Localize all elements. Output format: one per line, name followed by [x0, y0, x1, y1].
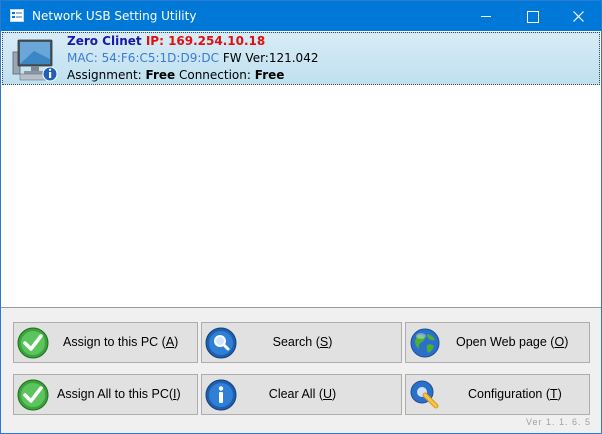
device-list[interactable]: Zero Clinet IP: 169.254.10.18 MAC: 54:F6… [1, 31, 601, 308]
device-ip-label: IP: [145, 34, 164, 48]
device-status-line: Assignment: Free Connection: Free [67, 68, 284, 82]
window-title: Network USB Setting Utility [32, 9, 197, 23]
clear-all-label: Clear All (U) [268, 387, 337, 401]
version-label: Ver 1. 1. 6. 5 [525, 417, 591, 427]
check-icon [17, 379, 49, 411]
assign-to-pc-button[interactable]: Assign to this PC (A) [13, 322, 198, 363]
open-web-page-button[interactable]: Open Web page (O) [405, 322, 590, 363]
configuration-label: Configuration (T) [468, 387, 562, 401]
close-icon [573, 11, 584, 22]
app-window: Network USB Setting Utility Zero Clinet [0, 0, 602, 434]
search-label: Search (S) [272, 335, 333, 349]
globe-icon [410, 328, 440, 358]
open-web-page-label: Open Web page (O) [456, 335, 569, 349]
device-ip: 169.254.10.18 [168, 34, 266, 48]
connection-value: Free [254, 68, 285, 82]
connection-label: Connection: [178, 68, 251, 82]
search-button[interactable]: Search (S) [201, 322, 402, 363]
assignment-label: Assignment: [67, 68, 142, 82]
device-fw: FW Ver:121.042 [222, 51, 319, 65]
assign-all-button[interactable]: Assign All to this PC(I) [13, 374, 198, 415]
device-name: Zero Clinet [67, 34, 142, 48]
minimize-button[interactable] [463, 1, 509, 31]
maximize-button[interactable] [509, 1, 555, 31]
assign-all-label: Assign All to this PC(I) [57, 387, 181, 401]
clear-all-button[interactable]: Clear All (U) [201, 374, 402, 415]
wrench-icon [410, 380, 439, 409]
configuration-button[interactable]: Configuration (T) [405, 374, 590, 415]
check-icon [17, 327, 49, 359]
device-mac: MAC: 54:F6:C5:1D:D9:DC [67, 51, 219, 65]
title-bar[interactable]: Network USB Setting Utility [1, 1, 601, 31]
assignment-value: Free [145, 68, 176, 82]
assign-to-pc-label: Assign to this PC (A) [63, 335, 179, 349]
app-icon[interactable] [10, 9, 24, 22]
device-name-line: Zero Clinet IP: 169.254.10.18 [67, 34, 265, 48]
device-mac-line: MAC: 54:F6:C5:1D:D9:DC FW Ver:121.042 [67, 51, 318, 65]
device-item[interactable]: Zero Clinet IP: 169.254.10.18 MAC: 54:F6… [2, 32, 600, 85]
computer-icon [12, 39, 58, 82]
close-button[interactable] [555, 1, 601, 31]
